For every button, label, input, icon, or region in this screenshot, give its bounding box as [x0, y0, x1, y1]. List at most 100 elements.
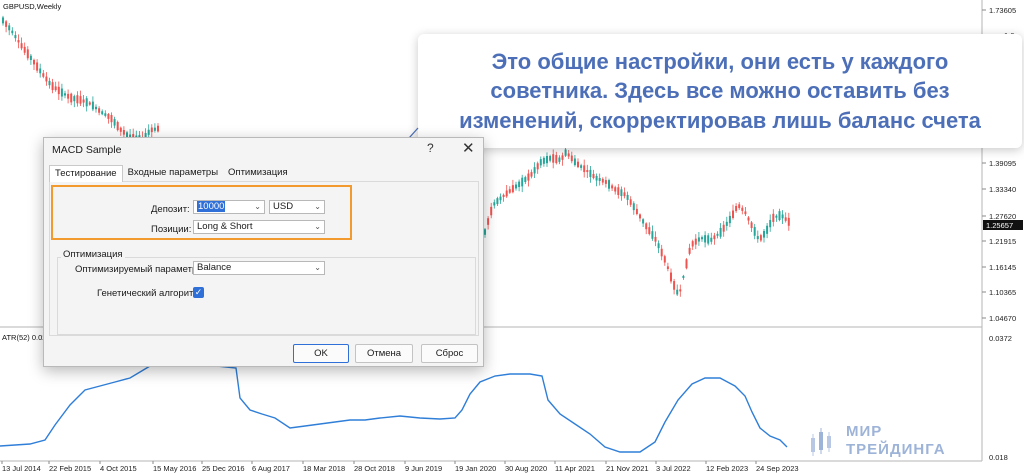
- candle-body: [586, 170, 589, 173]
- candle-body: [26, 49, 29, 59]
- tab-testing[interactable]: Тестирование: [49, 165, 123, 182]
- genetic-checkbox[interactable]: ✓: [193, 287, 204, 298]
- candle-body: [14, 35, 17, 39]
- ok-button[interactable]: OK: [293, 344, 349, 363]
- candle-body: [73, 96, 76, 102]
- candle-body: [744, 211, 747, 215]
- candle-body: [42, 73, 45, 77]
- candle-body: [747, 217, 750, 221]
- candle-body: [701, 237, 703, 240]
- candle-body: [688, 247, 691, 254]
- candle-body: [2, 17, 4, 24]
- candle-body: [679, 289, 682, 292]
- candle-body: [567, 153, 570, 157]
- candle-body: [676, 289, 679, 295]
- candle-body: [101, 111, 104, 115]
- candle-body: [722, 224, 725, 232]
- candle-body: [632, 203, 635, 211]
- candle-body: [589, 169, 592, 178]
- candle-body: [533, 167, 536, 174]
- candle-body: [70, 93, 73, 103]
- candle-body: [17, 40, 20, 43]
- candle-body: [663, 256, 666, 263]
- candle-body: [76, 95, 79, 104]
- candle-body: [147, 129, 150, 135]
- candle-body: [502, 194, 505, 198]
- help-button[interactable]: ?: [427, 141, 434, 155]
- date-tick-label: 25 Dec 2016: [202, 464, 245, 473]
- last-price-label: 1.25657: [986, 221, 1013, 230]
- strategy-settings-dialog: MACD Sample ? ✕ Тестирование Входные пар…: [43, 137, 484, 367]
- candle-body: [651, 231, 654, 239]
- date-tick-label: 4 Oct 2015: [100, 464, 137, 473]
- candle-body: [116, 121, 119, 131]
- candle-body: [759, 235, 762, 241]
- candle-body: [620, 189, 623, 197]
- candle-body: [60, 88, 63, 97]
- candle-body: [33, 59, 35, 65]
- candle-body: [741, 207, 744, 211]
- price-tick-label: 1.10365: [989, 288, 1016, 297]
- candle-body: [546, 155, 548, 164]
- price-tick-label: 1.21915: [989, 237, 1016, 246]
- candle-body: [608, 180, 610, 189]
- candle-body: [524, 177, 527, 183]
- candle-body: [670, 272, 672, 282]
- candle-body: [527, 173, 530, 181]
- cancel-button[interactable]: Отмена: [355, 344, 413, 363]
- candle-body: [95, 106, 97, 110]
- candle-body: [691, 241, 694, 247]
- date-tick-label: 12 Feb 2023: [706, 464, 748, 473]
- date-tick-label: 21 Nov 2021: [606, 464, 649, 473]
- candle-body: [623, 192, 626, 197]
- logo-line-1: МИР: [846, 423, 883, 440]
- candle-body: [716, 233, 719, 236]
- candle-body: [626, 194, 629, 200]
- candle-body: [787, 217, 790, 226]
- candle-body: [555, 155, 558, 164]
- candle-body: [505, 190, 508, 197]
- candle-body: [583, 165, 586, 173]
- candle-body: [113, 119, 116, 126]
- candle-body: [153, 127, 156, 131]
- date-tick-label: 28 Oct 2018: [354, 464, 395, 473]
- candle-body: [648, 227, 651, 235]
- candle-body: [784, 217, 787, 221]
- candle-body: [107, 113, 110, 119]
- candle-body: [157, 125, 159, 132]
- candle-body: [536, 163, 539, 170]
- candle-body: [577, 161, 579, 168]
- candle-body: [57, 86, 60, 95]
- reset-button[interactable]: Сброс: [421, 344, 478, 363]
- opt-param-label: Оптимизируемый параметр:: [75, 264, 200, 275]
- candle-body: [639, 214, 641, 219]
- candle-body: [11, 30, 14, 34]
- candle-body: [673, 281, 676, 290]
- candle-body: [552, 154, 555, 163]
- candle-body: [635, 208, 638, 215]
- genetic-label: Генетический алгоритм: [97, 288, 200, 299]
- date-tick-label: 9 Jun 2019: [405, 464, 442, 473]
- indicator-label: ATR(52) 0.02: [2, 333, 46, 342]
- optimization-group-title: Оптимизация: [61, 249, 125, 260]
- candle-body: [772, 213, 775, 222]
- candle-body: [735, 205, 738, 212]
- price-tick-label: 1.39095: [989, 159, 1016, 168]
- candle-body: [654, 236, 657, 242]
- logo-line-2: ТРЕЙДИНГА: [846, 441, 946, 458]
- tab-optimization[interactable]: Оптимизация: [223, 165, 293, 182]
- opt-param-select[interactable]: Balance ⌄: [193, 261, 325, 275]
- candle-body: [570, 155, 573, 162]
- candle-body: [666, 266, 669, 270]
- candle-body: [88, 102, 91, 105]
- candle-body: [79, 96, 82, 104]
- candle-body: [769, 219, 772, 228]
- tab-inputs[interactable]: Входные параметры: [123, 165, 223, 182]
- atr-line: [0, 359, 788, 453]
- candle-body: [104, 113, 107, 116]
- candle-body: [496, 198, 499, 205]
- close-icon[interactable]: ✕: [462, 139, 475, 157]
- date-tick-label: 13 Jul 2014: [2, 464, 41, 473]
- candle-body: [110, 115, 113, 123]
- candle-body: [657, 243, 660, 249]
